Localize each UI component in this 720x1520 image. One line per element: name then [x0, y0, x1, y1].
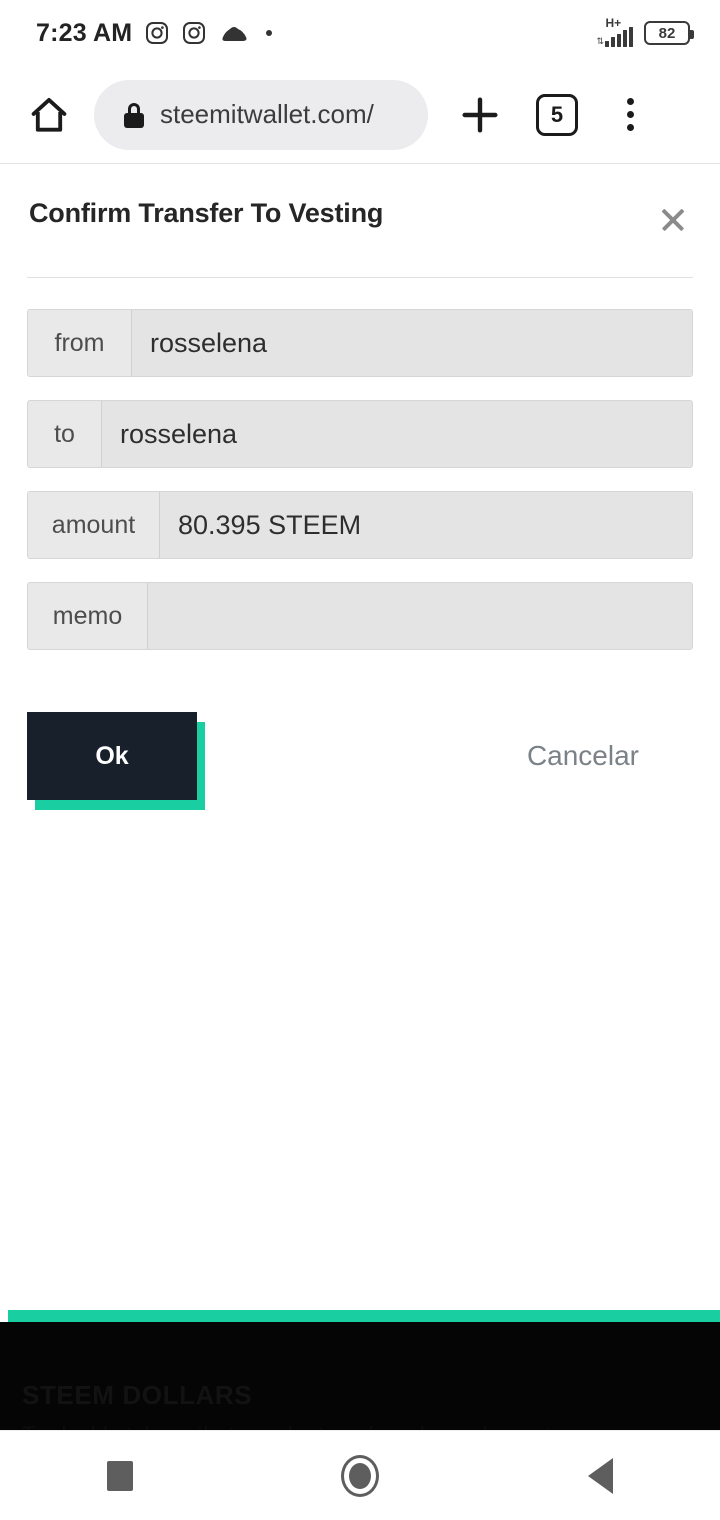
phone-screen: 7:23 AM H+ ⇅ 82 steemitwallet.com/ 5 Con… — [0, 0, 720, 1520]
field-value-amount: 80.395 STEEM — [160, 492, 692, 558]
square-recents-icon — [107, 1460, 133, 1491]
dialog-actions: Ok Cancelar — [0, 673, 720, 810]
field-row-from: from rosselena — [27, 309, 693, 377]
dialog-title: Confirm Transfer To Vesting — [29, 198, 384, 228]
home-nav-button[interactable] — [315, 1431, 405, 1520]
instagram-icon — [146, 22, 169, 44]
field-label-memo: memo — [28, 583, 148, 649]
android-nav-bar — [0, 1430, 720, 1520]
page-content: Confirm Transfer To Vesting from rossele… — [0, 164, 720, 1520]
accent-rule — [8, 1310, 720, 1322]
confirm-fields: from rosselena to rosselena amount 80.39… — [0, 278, 720, 650]
browser-toolbar: steemitwallet.com/ 5 — [0, 66, 720, 164]
back-button[interactable] — [555, 1431, 645, 1520]
home-button[interactable] — [26, 92, 72, 138]
url-bar[interactable]: steemitwallet.com/ — [94, 79, 428, 150]
status-clock: 7:23 AM — [36, 18, 133, 47]
cloud-icon — [222, 27, 247, 41]
overflow-menu-button[interactable] — [610, 92, 650, 138]
field-value-memo — [148, 583, 692, 649]
field-row-amount: amount 80.395 STEEM — [27, 491, 693, 559]
recents-button[interactable] — [75, 1431, 165, 1520]
field-label-to: to — [28, 401, 102, 467]
close-icon[interactable] — [653, 200, 693, 240]
field-row-to: to rosselena — [27, 400, 693, 468]
home-icon — [31, 97, 67, 132]
instagram-icon — [183, 22, 206, 44]
signal-icon: H+ ⇅ — [596, 16, 633, 47]
new-tab-button[interactable] — [454, 89, 506, 141]
background-section: STEEM DOLLARS Tradeable tokens that may … — [0, 1310, 720, 1447]
status-bar-right: H+ ⇅ 82 — [596, 16, 720, 47]
signal-bars — [605, 27, 633, 47]
tab-count-label: 5 — [550, 101, 564, 127]
field-value-to: rosselena — [102, 401, 692, 467]
dialog-header: Confirm Transfer To Vesting — [0, 164, 720, 240]
ok-button[interactable]: Ok — [27, 712, 197, 800]
ok-button-wrapper: Ok — [27, 712, 205, 810]
data-arrows-icon: ⇅ — [596, 36, 604, 46]
status-bar: 7:23 AM H+ ⇅ 82 — [0, 0, 720, 66]
field-label-amount: amount — [28, 492, 160, 558]
circle-home-icon — [341, 1454, 379, 1497]
field-value-from: rosselena — [132, 310, 692, 376]
dot-icon — [266, 30, 273, 36]
url-text: steemitwallet.com/ — [160, 99, 374, 129]
dark-panel: STEEM DOLLARS Tradeable tokens that may … — [0, 1322, 720, 1447]
status-bar-left: 7:23 AM — [0, 18, 273, 48]
plus-icon — [462, 96, 498, 133]
battery-icon: 82 — [644, 21, 694, 45]
background-section-title: STEEM DOLLARS — [22, 1380, 253, 1410]
cancel-button[interactable]: Cancelar — [527, 740, 639, 772]
tab-counter-button[interactable]: 5 — [536, 93, 578, 136]
field-row-memo: memo — [27, 582, 693, 650]
field-label-from: from — [28, 310, 132, 376]
triangle-back-icon — [587, 1457, 613, 1494]
lock-icon — [124, 102, 144, 128]
